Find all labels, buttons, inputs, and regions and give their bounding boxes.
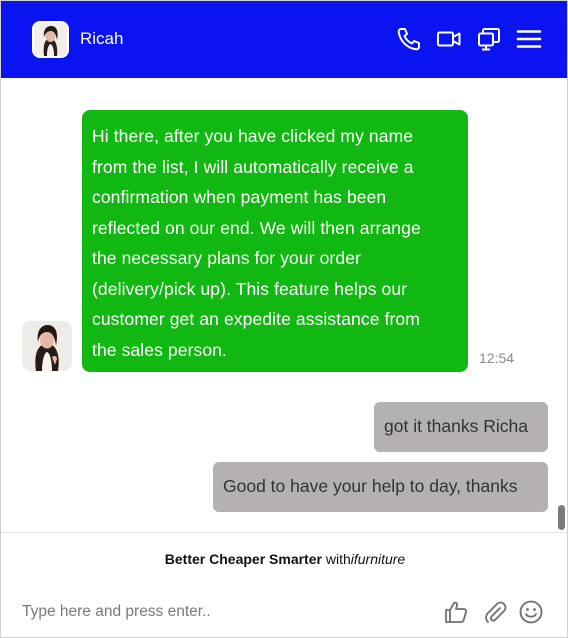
message-line: Hi there, after you have clicked my name	[92, 126, 414, 146]
message-list[interactable]: Hi there, after you have clicked my name…	[1, 78, 567, 531]
message-line: (delivery/pick up). This feature helps o…	[92, 278, 408, 299]
video-icon[interactable]	[436, 26, 462, 52]
brand-name: ifurniture	[350, 551, 406, 567]
brand-bold-text: Better Cheaper Smarter	[164, 551, 322, 567]
chat-window: Ricah Hi there, after you have clicked m…	[0, 0, 568, 638]
thumbs-up-icon[interactable]	[443, 599, 469, 625]
message-line: the sales person.	[92, 339, 227, 360]
incoming-message-bubble: Hi there, after you have clicked my name…	[82, 110, 468, 372]
message-line: from the list, I will automatically rece…	[92, 156, 414, 177]
message-line: confirmation when payment has been	[92, 187, 387, 207]
composer	[1, 589, 567, 637]
message-line: reflected on our end. We will then arran…	[92, 217, 421, 238]
menu-icon[interactable]	[516, 26, 542, 52]
message-line: the necessary plans for your order	[92, 248, 361, 268]
message-timestamp: 12:54	[479, 350, 515, 366]
outgoing-message-bubble: got it thanks Richa	[374, 402, 548, 452]
paperclip-icon[interactable]	[482, 599, 508, 625]
divider	[1, 532, 567, 533]
contact-name[interactable]: Ricah	[80, 29, 123, 49]
sender-avatar	[22, 321, 72, 371]
message-input[interactable]	[22, 600, 422, 624]
brand-with-text: with	[321, 551, 351, 567]
phone-icon[interactable]	[396, 26, 422, 52]
outgoing-message-bubble: Good to have your help to day, thanks	[213, 462, 548, 512]
smiley-icon[interactable]	[518, 599, 544, 625]
message-line: customer get an expedite assistance from	[92, 309, 420, 329]
contact-avatar[interactable]	[32, 21, 69, 58]
scrollbar-thumb[interactable]	[558, 505, 565, 530]
screens-icon[interactable]	[476, 26, 502, 52]
brand-tagline: Better Cheaper Smarter withifurniture	[1, 551, 567, 567]
chat-header: Ricah	[1, 1, 567, 78]
